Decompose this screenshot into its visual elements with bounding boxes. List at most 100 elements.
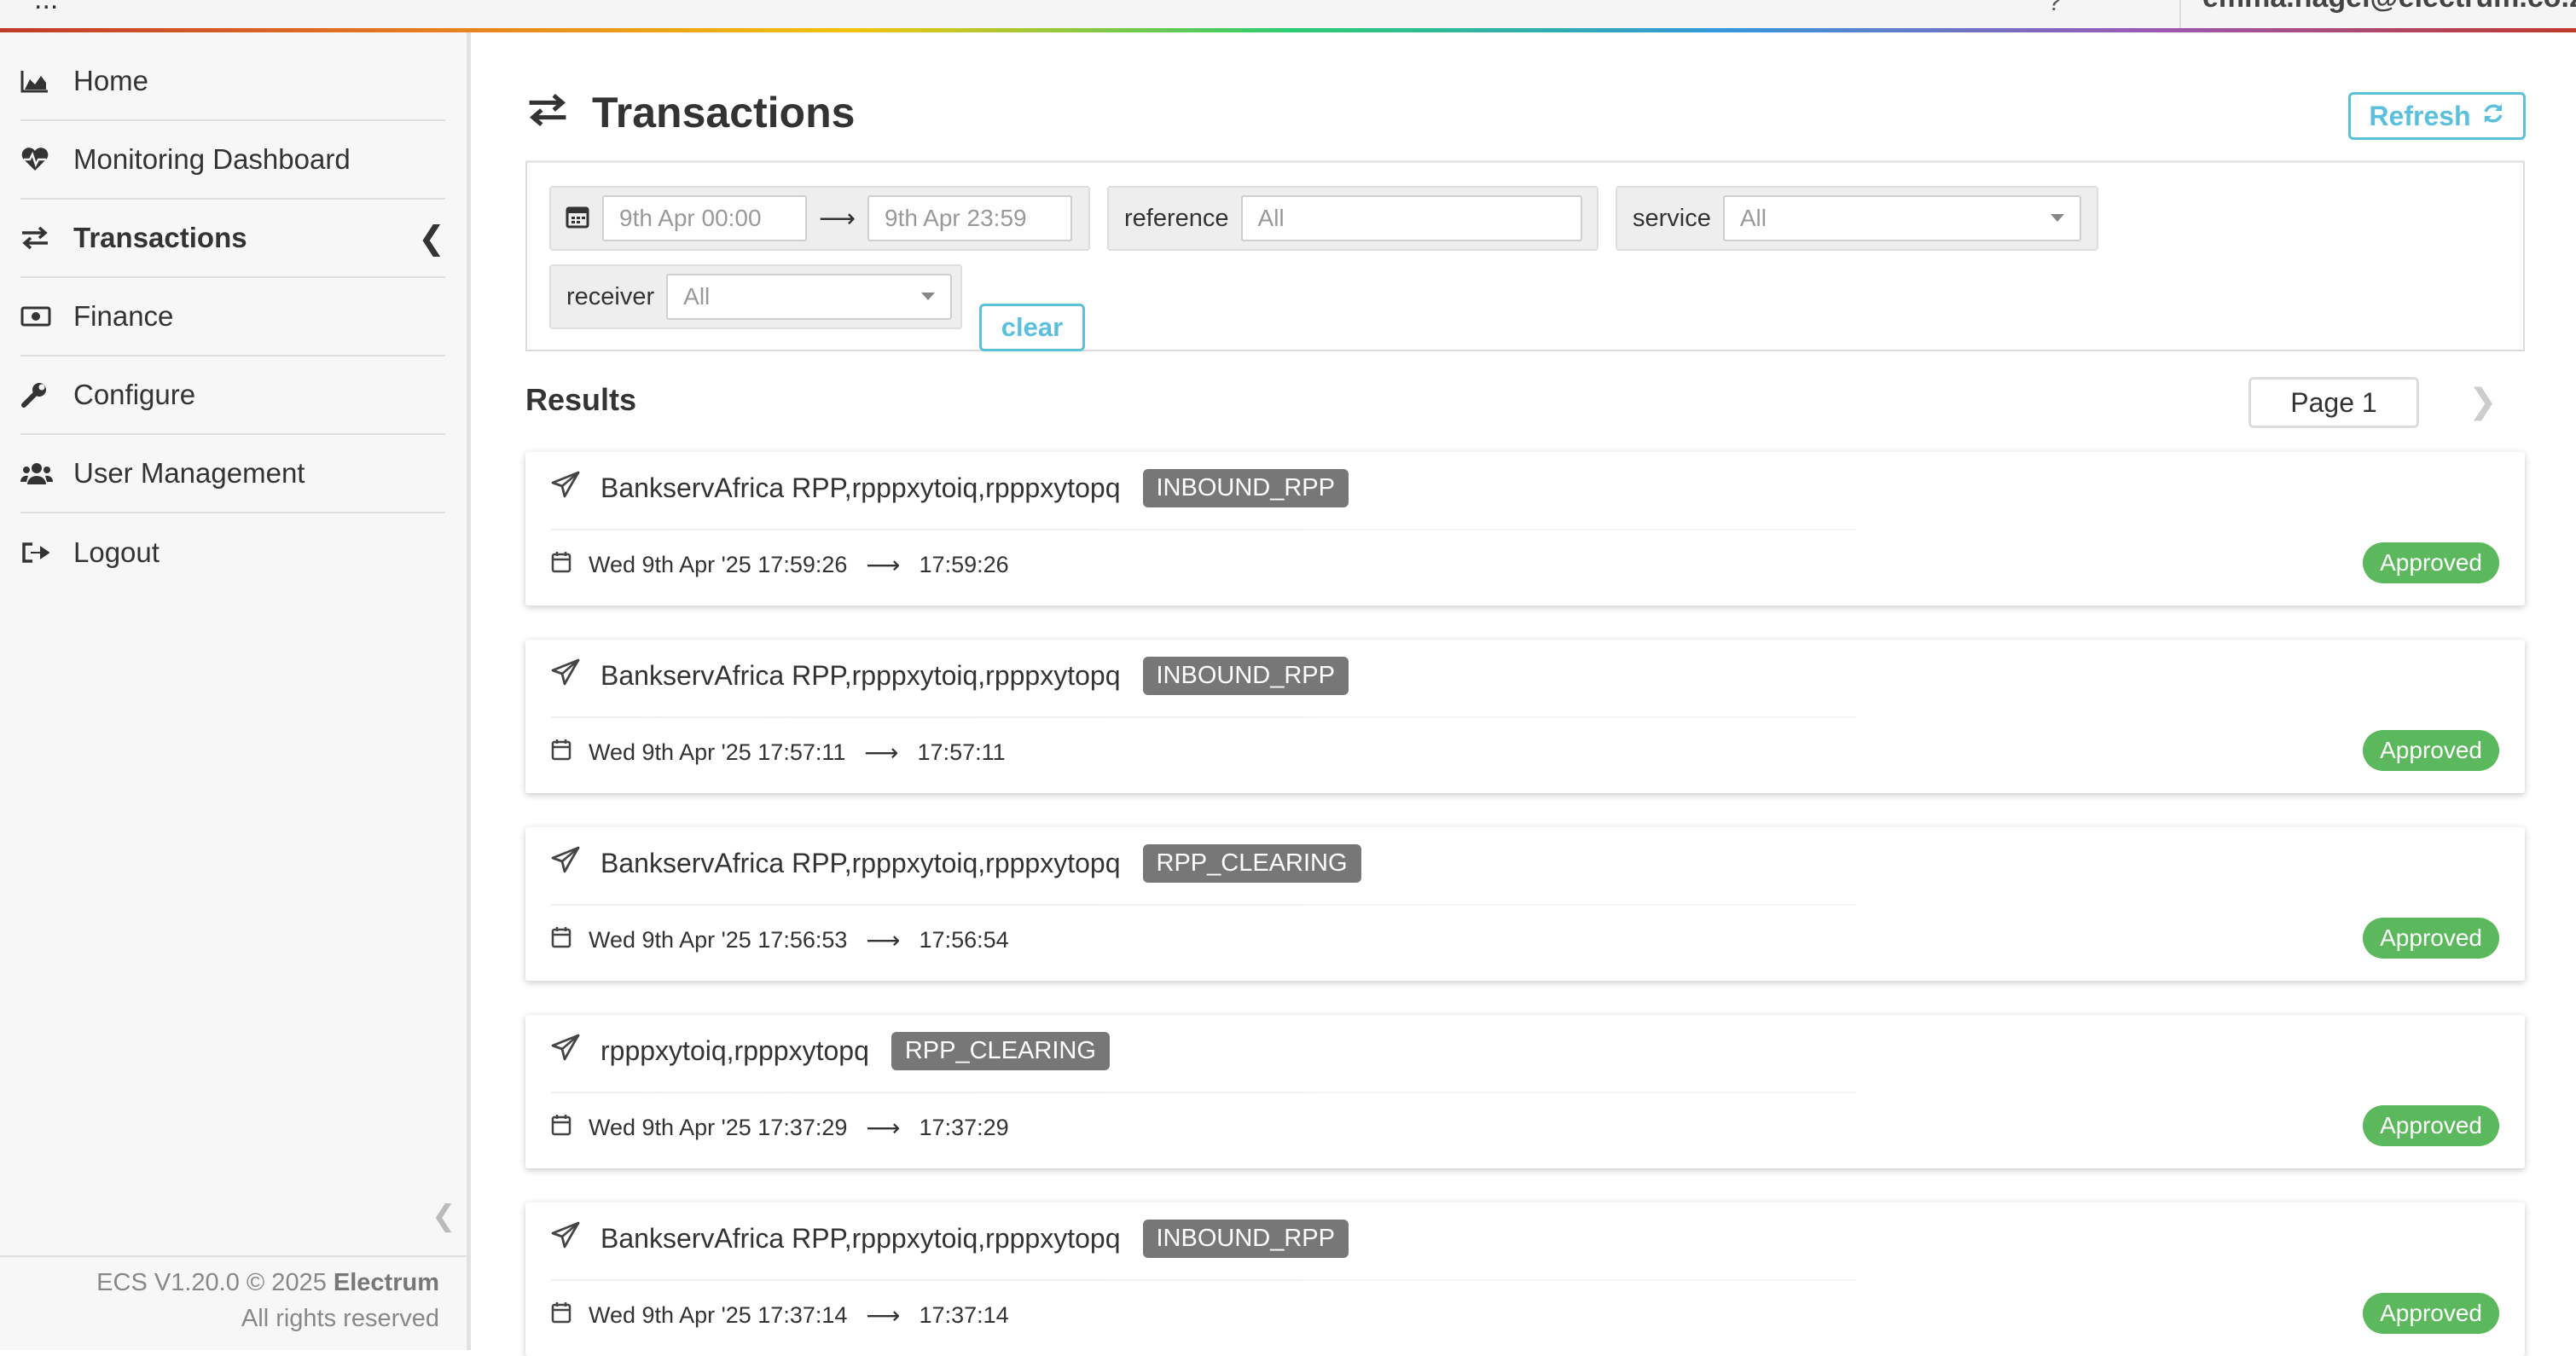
paper-plane-icon [551,658,580,693]
transaction-time: Wed 9th Apr '25 17:37:29 ⟶ 17:37:29 [551,1114,1009,1142]
service-filter: service All [1616,186,2098,251]
transaction-time: Wed 9th Apr '25 17:59:26 ⟶ 17:59:26 [551,551,1009,579]
page-indicator[interactable]: Page 1 [2248,377,2419,428]
transaction-card[interactable]: BankservAfrica RPP,rpppxytoiq,rpppxytopq… [525,640,2525,793]
transaction-card[interactable]: rpppxytoiq,rpppxytopq RPP_CLEARING Wed 9th… [525,1015,2525,1168]
transaction-header: BankservAfrica RPP,rpppxytoiq,rpppxytopq… [551,844,1361,883]
user-email[interactable]: emma.nagel@electrum.co.za [2202,0,2576,14]
transaction-time: Wed 9th Apr '25 17:57:11 ⟶ 17:57:11 [551,739,1006,767]
card-divider [551,529,1856,530]
transaction-header: BankservAfrica RPP,rpppxytoiq,rpppxytopq… [551,1220,1349,1258]
sidebar-item-user-management[interactable]: User Management [20,435,445,513]
users-icon [20,461,73,486]
sidebar-item-label: Logout [73,536,160,568]
wrench-icon [20,381,73,409]
clear-button[interactable]: clear [979,304,1085,351]
reference-filter: reference All [1107,186,1598,251]
service-select-value: All [1739,205,1767,231]
sidebar-item-transactions[interactable]: Transactions ❮ [20,200,445,278]
transaction-type-badge: INBOUND_RPP [1142,469,1349,507]
service-label: service [1633,204,1711,232]
receiver-select[interactable]: All [666,274,952,320]
date-from-input[interactable]: 9th Apr 00:00 [602,195,807,241]
date-to-input[interactable]: 9th Apr 23:59 [867,195,1073,241]
arrow-right-icon: ⟶ [819,204,856,233]
arrow-right-icon: ⟶ [866,927,901,953]
chevron-left-icon: ❮ [418,220,445,257]
transaction-card[interactable]: BankservAfrica RPP,rpppxytoiq,rpppxytopq… [525,452,2525,606]
page-title-text: Transactions [592,89,856,136]
calendar-icon[interactable] [565,204,590,234]
page-title: Transactions [525,87,855,138]
transaction-header: BankservAfrica RPP,rpppxytoiq,rpppxytopq… [551,469,1349,507]
status-badge: Approved [2363,730,2499,771]
caret-down-icon [921,293,935,300]
transaction-end-time: 17:56:54 [919,927,1009,953]
sidebar-item-label: User Management [73,457,305,489]
transaction-name: BankservAfrica RPP,rpppxytoiq,rpppxytopq [600,848,1121,878]
calendar-icon [551,1114,571,1142]
sidebar-footer-rights: All rights reserved [241,1305,439,1332]
calendar-icon [551,739,571,767]
date-range-filter: 9th Apr 00:00 ⟶ 9th Apr 23:59 [549,186,1090,251]
paper-plane-icon [551,846,580,881]
top-bar: ... ? emma.nagel@electrum.co.za [0,0,2576,32]
card-divider [551,1092,1856,1093]
transaction-name: BankservAfrica RPP,rpppxytoiq,rpppxytopq [600,1223,1121,1254]
transaction-type-badge: INBOUND_RPP [1142,657,1349,695]
calendar-icon [551,926,571,954]
transaction-end-time: 17:37:29 [919,1115,1009,1140]
transaction-time: Wed 9th Apr '25 17:56:53 ⟶ 17:56:54 [551,926,1009,954]
service-select[interactable]: All [1722,195,2081,241]
receiver-label: receiver [566,282,655,310]
sidebar-item-home[interactable]: Home [20,43,445,121]
sidebar-item-label: Monitoring Dashboard [73,143,351,175]
status-badge: Approved [2363,1105,2499,1146]
calendar-icon [551,1301,571,1330]
arrow-right-icon: ⟶ [866,1115,901,1141]
sidebar-item-label: Transactions [73,222,247,253]
transaction-name: rpppxytoiq,rpppxytopq [600,1035,869,1066]
card-divider [551,1279,1856,1281]
card-divider [551,716,1856,718]
caret-down-icon [2050,214,2064,222]
transaction-end-time: 17:37:14 [919,1302,1009,1328]
refresh-button[interactable]: Refresh [2348,92,2526,140]
collapse-sidebar-icon[interactable]: ❮ [432,1199,456,1233]
transaction-end-time: 17:59:26 [919,552,1009,577]
heartbeat-icon [20,147,73,172]
sidebar-item-monitoring-dashboard[interactable]: Monitoring Dashboard [20,121,445,200]
transaction-card[interactable]: BankservAfrica RPP,rpppxytoiq,rpppxytopq… [525,1202,2525,1356]
filters-panel: 9th Apr 00:00 ⟶ 9th Apr 23:59 reference … [525,162,2525,351]
sidebar-item-configure[interactable]: Configure [20,356,445,435]
sidebar-item-finance[interactable]: Finance [20,278,445,356]
transaction-name: BankservAfrica RPP,rpppxytoiq,rpppxytopq [600,660,1121,691]
transaction-header: BankservAfrica RPP,rpppxytoiq,rpppxytopq… [551,657,1349,695]
status-badge: Approved [2363,1293,2499,1334]
transaction-start-time: Wed 9th Apr '25 17:59:26 [589,552,848,577]
calendar-icon [551,551,571,579]
arrow-right-icon: ⟶ [866,1302,901,1329]
top-bar-separator [2179,0,2181,28]
sidebar-footer-version: ECS V1.20.0 © 2025 Electrum [96,1269,439,1296]
receiver-select-value: All [683,283,711,310]
transaction-type-badge: RPP_CLEARING [1142,844,1361,883]
sidebar-item-label: Home [73,65,149,96]
transaction-type-badge: RPP_CLEARING [891,1032,1110,1070]
sign-out-icon [20,541,73,565]
transaction-card[interactable]: BankservAfrica RPP,rpppxytoiq,rpppxytopq… [525,827,2525,981]
card-divider [551,904,1856,906]
money-icon [20,305,73,327]
refresh-button-label: Refresh [2369,100,2471,131]
reference-input[interactable]: All [1240,195,1582,241]
sidebar: Home Monitoring Dashboard Transactions ❮… [0,32,471,1350]
transaction-type-badge: INBOUND_RPP [1142,1220,1349,1258]
transaction-time: Wed 9th Apr '25 17:37:14 ⟶ 17:37:14 [551,1301,1009,1330]
transaction-start-time: Wed 9th Apr '25 17:56:53 [589,927,848,953]
sidebar-item-label: Finance [73,300,174,332]
next-page-icon[interactable]: ❯ [2469,382,2498,421]
help-icon[interactable]: ? [2047,0,2062,17]
paper-plane-icon [551,1221,580,1256]
top-bar-left-text: ... [34,0,58,16]
sidebar-item-logout[interactable]: Logout [20,513,445,592]
